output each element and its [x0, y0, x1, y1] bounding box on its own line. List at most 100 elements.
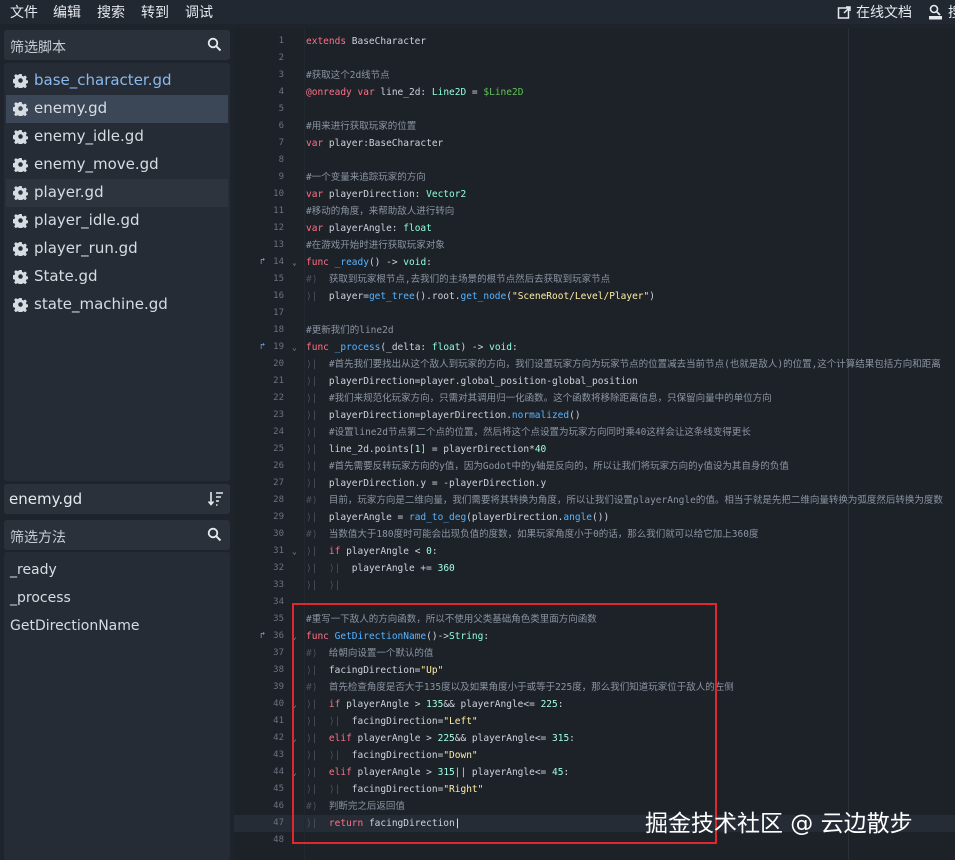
line-number: 9 [278, 172, 284, 182]
code-line[interactable]: 32 ⟩| ⟩| playerAngle += 360 [234, 560, 955, 577]
method-item[interactable]: _process [10, 590, 71, 606]
sort-icon[interactable] [207, 490, 224, 507]
script-filter-input[interactable]: 筛选脚本 [4, 30, 230, 60]
code-line[interactable]: 5 [234, 101, 955, 118]
line-number: 15 [273, 274, 284, 284]
code-line[interactable]: 21 ⟩| playerDirection=player.global_posit… [234, 373, 955, 390]
menu-debug[interactable]: 调试 [185, 2, 213, 22]
code-line[interactable]: 9 #一个变量来追踪玩家的方向 [234, 169, 955, 186]
code-line[interactable]: 14 ↱ ⌄ func _ready() -> void: [234, 254, 955, 271]
line-number: 46 [273, 801, 284, 811]
code-line[interactable]: 1 extends BaseCharacter [234, 33, 955, 50]
script-item[interactable]: player_idle.gd [6, 207, 228, 235]
line-number: 21 [273, 376, 284, 386]
code-text: ⟩| ⟩| playerAngle += 360 [306, 563, 455, 574]
gear-icon [13, 269, 28, 284]
code-line[interactable]: 19 ↱ ⌄ func _process(_delta: float) -> void… [234, 339, 955, 356]
code-line[interactable]: 24 ⟩| #设置line2d节点第二个点的位置，然后将这个点设置为玩家方向同时乘… [234, 424, 955, 441]
code-text: ⟩| player=get_tree().root.get_node("Scen… [306, 291, 655, 302]
line-number: 45 [273, 784, 284, 794]
code-line[interactable]: 23 ⟩| playerDirection=playerDirection.nor… [234, 407, 955, 424]
script-filter-placeholder: 筛选脚本 [10, 40, 66, 56]
gear-icon [13, 213, 28, 228]
method-item[interactable]: GetDirectionName [10, 618, 140, 634]
line-number: 18 [273, 325, 284, 335]
code-line[interactable]: 27 ⟩| playerDirection.y = -playerDirectio… [234, 475, 955, 492]
script-panel: 筛选脚本 base_character.gd enemy.gd enemy_id… [0, 28, 232, 860]
current-script-name: enemy.gd [4, 484, 230, 514]
script-item[interactable]: base_character.gd [6, 67, 228, 95]
method-filter-input[interactable]: 筛选方法 [4, 520, 230, 550]
fold-chevron-icon[interactable]: ⌄ [292, 254, 297, 271]
code-line[interactable]: 28 #⟩ 目前，玩家方向是二维向量，我们需要将其转换为角度，所以让我们设置pla… [234, 492, 955, 509]
code-line[interactable]: 29 ⟩| playerAngle = rad_to_deg(playerDire… [234, 509, 955, 526]
doc-search-icon [929, 4, 942, 20]
script-item[interactable]: enemy_idle.gd [6, 123, 228, 151]
script-item[interactable]: player_run.gd [6, 235, 228, 263]
code-line[interactable]: 11 #移动的角度，来帮助敌人进行转向 [234, 203, 955, 220]
fold-chevron-icon[interactable]: ⌄ [292, 339, 297, 356]
line-number: 22 [273, 393, 284, 403]
line-number: 26 [273, 461, 284, 471]
gear-icon [13, 185, 28, 200]
code-line[interactable]: 25 ⟩| line_2d.points[1] = playerDirection… [234, 441, 955, 458]
line-number: 10 [273, 189, 284, 199]
online-docs-button[interactable]: 在线文档 [837, 2, 912, 22]
line-number: 32 [273, 563, 284, 573]
script-item[interactable]: enemy.gd [6, 95, 228, 123]
script-item[interactable]: State.gd [6, 263, 228, 291]
code-line[interactable]: 4 @onready var line_2d: Line2D = $Line2D [234, 84, 955, 101]
code-line[interactable]: 15 #⟩ 获取到玩家根节点,去我们的主场景的根节点然后去获取到玩家节点 [234, 271, 955, 288]
script-item[interactable]: player.gd [6, 179, 228, 207]
code-line[interactable]: 26 ⟩| #首先需要反转玩家方向的y值，因为Godot中的y轴是反向的，所以让我… [234, 458, 955, 475]
line-number: 1 [278, 36, 284, 46]
code-text: #在游戏开始时进行获取玩家对象 [306, 240, 445, 251]
code-line[interactable]: 8 [234, 152, 955, 169]
current-script-label: enemy.gd [9, 490, 83, 508]
search-help-button[interactable]: 搜 [928, 2, 955, 22]
menu-file[interactable]: 文件 [10, 2, 38, 22]
override-arrow-icon[interactable]: ↱ [260, 339, 265, 356]
line-number: 20 [273, 359, 284, 369]
line-number: 30 [273, 529, 284, 539]
code-line[interactable]: 22 ⟩| #我们来规范化玩家方向，只需对其调用归一化函数。这个函数将移除距离信息… [234, 390, 955, 407]
code-line[interactable]: 17 [234, 305, 955, 322]
code-line[interactable]: 3 #获取这个2d线节点 [234, 67, 955, 84]
code-line[interactable]: 6 #用来进行获取玩家的位置 [234, 118, 955, 135]
script-list: base_character.gd enemy.gd enemy_idle.gd… [4, 63, 230, 481]
menu-goto[interactable]: 转到 [141, 2, 169, 22]
override-arrow-icon[interactable]: ↱ [260, 254, 265, 271]
line-number: 16 [273, 291, 284, 301]
code-line[interactable]: 12 var playerAngle: float [234, 220, 955, 237]
code-line[interactable]: 20 ⟩| #首先我们要找出从这个敌人到玩家的方向，我们设置玩家方向为玩家节点的位… [234, 356, 955, 373]
code-line[interactable]: 31 ⌄ ⟩| if playerAngle < 0: [234, 543, 955, 560]
code-line[interactable]: 7 var player:BaseCharacter [234, 135, 955, 152]
code-line[interactable]: 16 ⟩| player=get_tree().root.get_node("Sc… [234, 288, 955, 305]
line-number: 44 [273, 767, 284, 777]
line-number: 6 [278, 121, 284, 131]
line-number: 43 [273, 750, 284, 760]
watermark: 掘金技术社区 @ 云边散步 [645, 811, 913, 837]
method-item[interactable]: _ready [10, 562, 57, 578]
code-line[interactable]: 30 #⟩ 当数值大于180度时可能会出现负值的度数，如果玩家角度小于0的话，那么… [234, 526, 955, 543]
script-item[interactable]: enemy_move.gd [6, 151, 228, 179]
code-line[interactable]: 13 #在游戏开始时进行获取玩家对象 [234, 237, 955, 254]
code-text: ⟩| line_2d.points[1] = playerDirection*4… [306, 444, 547, 455]
menu-search[interactable]: 搜索 [97, 2, 125, 22]
line-number: 25 [273, 444, 284, 454]
gear-icon [13, 297, 28, 312]
code-line[interactable]: 33 ⟩| ⟩| [234, 577, 955, 594]
menu-edit[interactable]: 编辑 [53, 2, 81, 22]
script-item-label: base_character.gd [34, 71, 172, 89]
method-filter-placeholder: 筛选方法 [10, 530, 66, 546]
code-text: ⟩| playerDirection=playerDirection.norma… [306, 410, 581, 421]
search-help-label: 搜 [948, 5, 955, 21]
script-item-label: player_run.gd [34, 239, 138, 257]
fold-chevron-icon[interactable]: ⌄ [292, 543, 297, 560]
override-arrow-icon[interactable]: ↱ [260, 628, 265, 645]
code-line[interactable]: 18 #更新我们的line2d [234, 322, 955, 339]
code-line[interactable]: 10 var playerDirection: Vector2 [234, 186, 955, 203]
script-item[interactable]: state_machine.gd [6, 291, 228, 319]
code-line[interactable]: 2 [234, 50, 955, 67]
code-text: #一个变量来追踪玩家的方向 [306, 172, 426, 183]
